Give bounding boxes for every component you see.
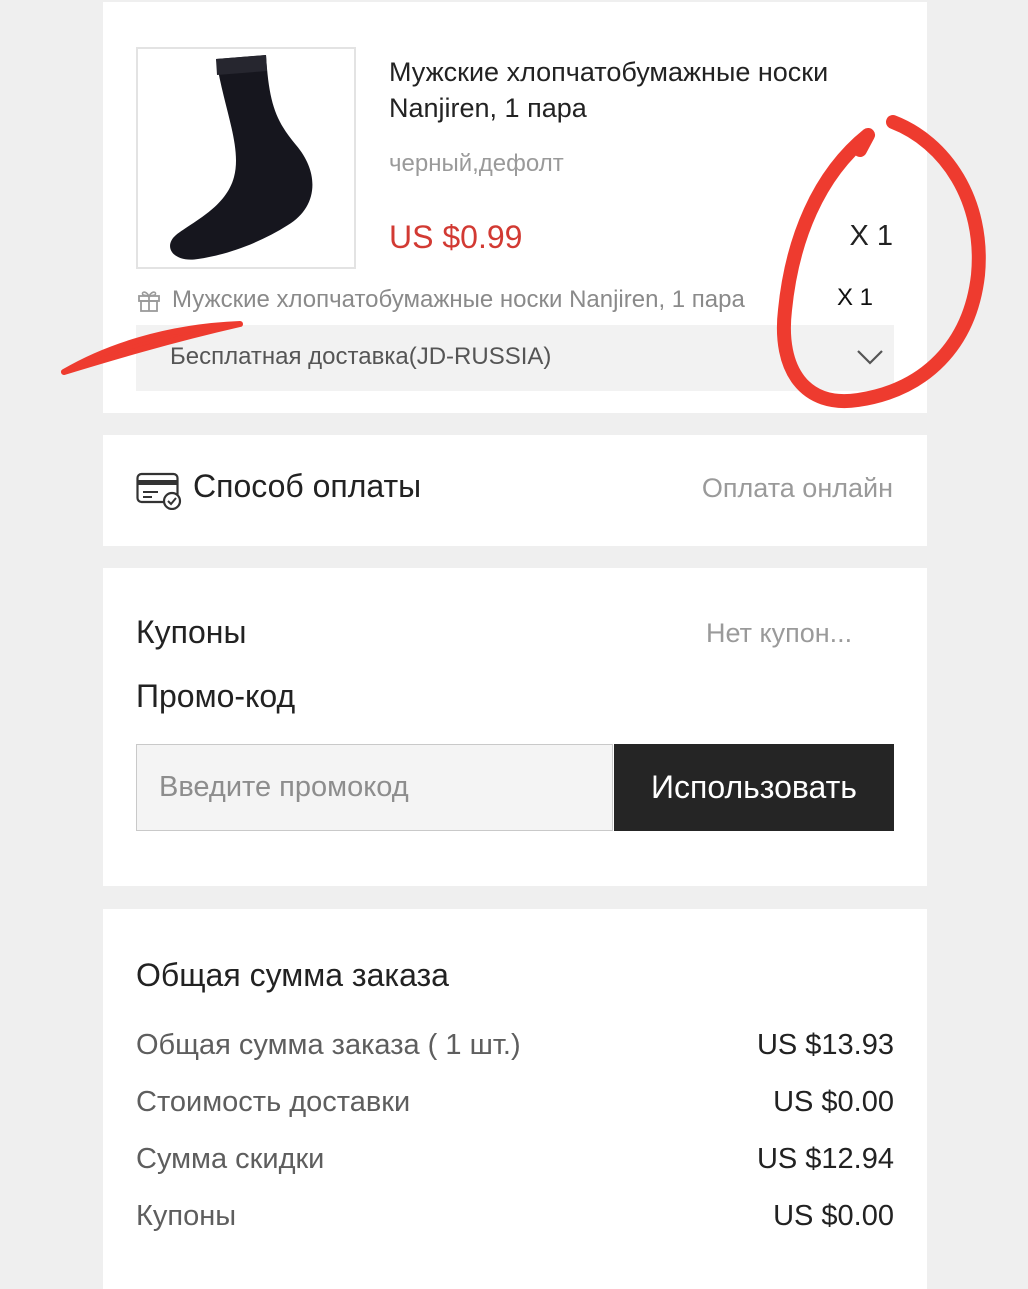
summary-row-label: Сумма скидки	[136, 1142, 325, 1175]
gift-item-row: Мужские хлопчатобумажные носки Nanjiren,…	[136, 284, 796, 316]
summary-row-coupons: Купоны US $0.00	[136, 1196, 894, 1236]
payment-method-row[interactable]: Способ оплаты Оплата онлайн	[103, 435, 927, 546]
chevron-down-icon[interactable]	[856, 347, 884, 367]
gift-item-quantity: X 1	[837, 284, 874, 311]
summary-row-label: Общая сумма заказа ( 1 шт.)	[136, 1028, 521, 1061]
payment-method-title: Способ оплаты	[193, 468, 422, 504]
summary-row-value: US $12.94	[756, 1142, 894, 1175]
sock-icon	[170, 55, 313, 260]
product-price: US $0.99	[389, 219, 523, 255]
summary-row-value: US $0.00	[773, 1199, 894, 1232]
gift-item-title: Мужские хлопчатобумажные носки Nanjiren,…	[172, 286, 745, 313]
apply-promo-button[interactable]: Использовать	[614, 744, 894, 831]
promo-code-title: Промо-код	[136, 678, 296, 714]
promo-code-input[interactable]	[136, 744, 613, 831]
product-card: Мужские хлопчатобумажные носки Nanjiren,…	[103, 2, 927, 413]
coupons-card: Купоны Нет купон... Промо-код Использова…	[103, 568, 927, 886]
product-quantity: X 1	[849, 220, 893, 252]
summary-row-value: US $13.93	[756, 1028, 894, 1061]
shipping-method-label: Бесплатная доставка(JD-RUSSIA)	[170, 343, 552, 370]
shipping-selector[interactable]: Бесплатная доставка(JD-RUSSIA)	[136, 325, 894, 391]
product-image[interactable]	[136, 47, 356, 269]
credit-card-icon	[136, 472, 182, 510]
order-summary-title: Общая сумма заказа	[136, 957, 449, 993]
product-variant: черный,дефолт	[389, 150, 564, 177]
payment-method-value: Оплата онлайн	[701, 473, 893, 503]
coupons-value[interactable]: Нет купон...	[706, 618, 852, 649]
gift-icon	[138, 291, 160, 312]
coupons-title: Купоны	[136, 614, 247, 650]
product-title[interactable]: Мужские хлопчатобумажные носки Nanjiren,…	[389, 54, 839, 126]
summary-row-label: Стоимость доставки	[136, 1085, 411, 1118]
order-summary-card: Общая сумма заказа Общая сумма заказа ( …	[103, 909, 927, 1289]
summary-row-discount: Сумма скидки US $12.94	[136, 1139, 894, 1179]
summary-row-value: US $0.00	[773, 1085, 894, 1118]
summary-row-subtotal: Общая сумма заказа ( 1 шт.) US $13.93	[136, 1025, 894, 1065]
summary-row-shipping: Стоимость доставки US $0.00	[136, 1082, 894, 1122]
summary-row-label: Купоны	[136, 1199, 237, 1232]
